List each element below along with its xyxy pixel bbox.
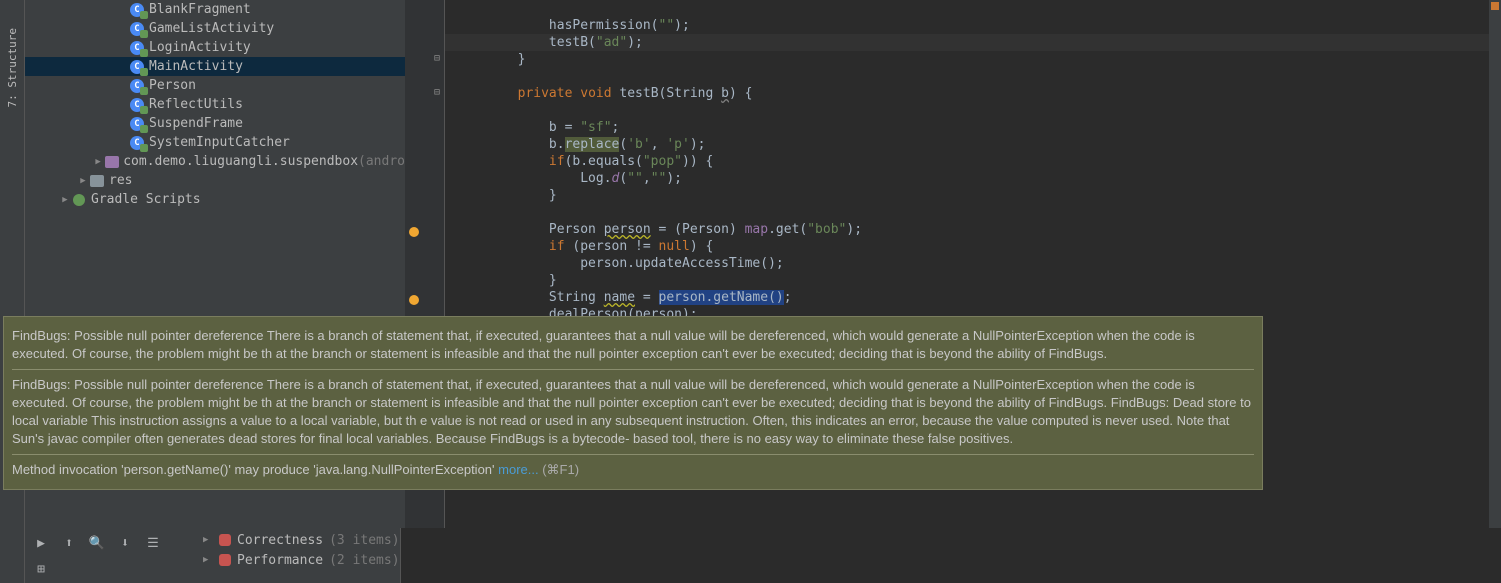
code-line[interactable]: } bbox=[455, 51, 1501, 68]
code-line[interactable] bbox=[455, 102, 1501, 119]
findbugs-category-performance[interactable]: ▶ Performance (2 items) bbox=[175, 550, 400, 570]
structure-tab-label: 7: Structure bbox=[6, 28, 19, 107]
tree-expand-arrow[interactable]: ▶ bbox=[92, 156, 104, 168]
tree-item-res[interactable]: ▶ res bbox=[25, 171, 405, 190]
code-line[interactable]: if(b.equals("pop")) { bbox=[455, 153, 1501, 170]
warning-gutter-icon[interactable] bbox=[409, 227, 419, 237]
fold-expand-icon[interactable]: ⊟ bbox=[432, 87, 442, 97]
toolbar-btn-5[interactable]: ☰ bbox=[141, 532, 165, 554]
code-line[interactable]: testB("ad"); bbox=[455, 34, 1501, 51]
class-icon: C bbox=[129, 79, 145, 93]
tree-item-label: GameListActivity bbox=[149, 21, 274, 36]
findbugs-category-label: Performance bbox=[237, 553, 323, 568]
code-line[interactable]: hasPermission(""); bbox=[455, 17, 1501, 34]
tooltip-message-3-text: Method invocation 'person.getName()' may… bbox=[12, 462, 498, 477]
code-line[interactable]: String name = person.getName(); bbox=[455, 289, 1501, 306]
tree-item-reflectutils[interactable]: C ReflectUtils bbox=[25, 95, 405, 114]
class-icon: C bbox=[129, 117, 145, 131]
code-line[interactable]: } bbox=[455, 187, 1501, 204]
tree-item-label: SystemInputCatcher bbox=[149, 135, 290, 150]
code-line[interactable]: b.replace('b', 'p'); bbox=[455, 136, 1501, 153]
findbugs-count: (2 items) bbox=[329, 553, 399, 568]
tree-item-label: Gradle Scripts bbox=[91, 192, 201, 207]
findbugs-category-correctness[interactable]: ▶ Correctness (3 items) bbox=[175, 530, 400, 550]
scroll-warning-mark[interactable] bbox=[1491, 2, 1499, 10]
tree-item-loginactivity[interactable]: C LoginActivity bbox=[25, 38, 405, 57]
findbugs-details-pane bbox=[400, 528, 1501, 583]
inspection-tooltip: FindBugs: Possible null pointer derefere… bbox=[3, 316, 1263, 490]
tree-expand-arrow[interactable]: ▶ bbox=[59, 194, 71, 206]
editor-gutter: ⊟ ⊟ bbox=[405, 0, 445, 583]
code-line[interactable] bbox=[455, 204, 1501, 221]
scroll-marker-gutter bbox=[1489, 0, 1501, 583]
toolbar-btn-6[interactable]: ⊞ bbox=[29, 558, 53, 580]
tree-item-gamelistactivity[interactable]: C GameListActivity bbox=[25, 19, 405, 38]
code-text-area[interactable]: hasPermission(""); testB("ad"); } privat… bbox=[455, 0, 1501, 323]
tree-item-label: SuspendFrame bbox=[149, 116, 243, 131]
tree-item-label: com.demo.liuguangli.suspendbox bbox=[123, 154, 358, 169]
class-icon: C bbox=[129, 60, 145, 74]
tree-item-gradle-scripts[interactable]: ▶ Gradle Scripts bbox=[25, 190, 405, 209]
project-tree[interactable]: C BlankFragment C GameListActivity C LoginAct… bbox=[25, 0, 405, 583]
findbugs-results-tree[interactable]: ▶ Correctness (3 items) ▶ Performance (2 it… bbox=[175, 528, 400, 583]
toolbar-btn-4[interactable]: ⬇ bbox=[113, 532, 137, 554]
code-line[interactable]: person.updateAccessTime(); bbox=[455, 255, 1501, 272]
code-line[interactable]: Log.d("",""); bbox=[455, 170, 1501, 187]
code-line[interactable]: } bbox=[455, 272, 1501, 289]
tree-item-label: Person bbox=[149, 78, 196, 93]
gradle-icon bbox=[71, 193, 87, 207]
class-icon: C bbox=[129, 136, 145, 150]
code-line[interactable] bbox=[455, 0, 1501, 17]
toolbar-btn-search[interactable]: 🔍 bbox=[85, 532, 109, 554]
tree-item-mainactivity[interactable]: C MainActivity bbox=[25, 57, 405, 76]
tree-item-label: res bbox=[109, 173, 132, 188]
code-line[interactable]: private void testB(String b) { bbox=[455, 85, 1501, 102]
tooltip-more-link[interactable]: more... bbox=[498, 462, 538, 477]
folder-icon bbox=[89, 174, 105, 188]
class-icon: C bbox=[129, 98, 145, 112]
tree-expand-arrow[interactable]: ▶ bbox=[77, 175, 89, 187]
warning-gutter-icon[interactable] bbox=[409, 295, 419, 305]
code-line[interactable]: if (person != null) { bbox=[455, 238, 1501, 255]
tree-item-label: LoginActivity bbox=[149, 40, 251, 55]
code-line[interactable] bbox=[455, 68, 1501, 85]
tree-item-suspendframe[interactable]: C SuspendFrame bbox=[25, 114, 405, 133]
tree-item-label: MainActivity bbox=[149, 59, 243, 74]
bug-icon bbox=[219, 554, 231, 566]
tooltip-shortcut: (⌘F1) bbox=[539, 462, 579, 477]
toolbar-btn-2[interactable]: ⬆ bbox=[57, 532, 81, 554]
tree-item-label: BlankFragment bbox=[149, 2, 251, 17]
findbugs-count: (3 items) bbox=[329, 533, 399, 548]
toolbar-btn-1[interactable]: ▶ bbox=[29, 532, 53, 554]
tree-expand-arrow[interactable]: ▶ bbox=[203, 535, 213, 545]
tooltip-message-3: Method invocation 'person.getName()' may… bbox=[12, 457, 1254, 483]
tooltip-message-2: FindBugs: Possible null pointer derefere… bbox=[12, 372, 1254, 452]
findbugs-toolbar: ▶ ⬆ 🔍 ⬇ ☰ ⊞ bbox=[25, 528, 175, 583]
structure-tab[interactable]: 7: Structure bbox=[4, 20, 21, 115]
tree-item-systeminputcatcher[interactable]: C SystemInputCatcher bbox=[25, 133, 405, 152]
findbugs-category-label: Correctness bbox=[237, 533, 323, 548]
tree-item-person[interactable]: C Person bbox=[25, 76, 405, 95]
class-icon: C bbox=[129, 41, 145, 55]
code-line[interactable]: b = "sf"; bbox=[455, 119, 1501, 136]
class-icon: C bbox=[129, 22, 145, 36]
tree-item-label: ReflectUtils bbox=[149, 97, 243, 112]
findbugs-panel: ▶ ⬆ 🔍 ⬇ ☰ ⊞ ▶ Correctness (3 items) ▶ Perfo… bbox=[25, 528, 1501, 583]
tree-item-blankfragment[interactable]: C BlankFragment bbox=[25, 0, 405, 19]
code-line[interactable]: Person person = (Person) map.get("bob"); bbox=[455, 221, 1501, 238]
class-icon: C bbox=[129, 3, 145, 17]
tree-expand-arrow[interactable]: ▶ bbox=[203, 555, 213, 565]
bug-icon bbox=[219, 534, 231, 546]
tooltip-message-1: FindBugs: Possible null pointer derefere… bbox=[12, 323, 1254, 367]
code-editor[interactable]: ⊟ ⊟ hasPermission(""); testB("ad"); } pr… bbox=[405, 0, 1501, 583]
tree-item-com-demo-liuguangli-suspendbox[interactable]: ▶ com.demo.liuguangli.suspendbox (andro bbox=[25, 152, 405, 171]
pkg-icon bbox=[104, 155, 119, 169]
fold-collapse-icon[interactable]: ⊟ bbox=[432, 53, 442, 63]
left-tool-sidebar: 7: Structure bbox=[0, 0, 25, 583]
tree-item-suffix: (andro bbox=[358, 154, 405, 169]
